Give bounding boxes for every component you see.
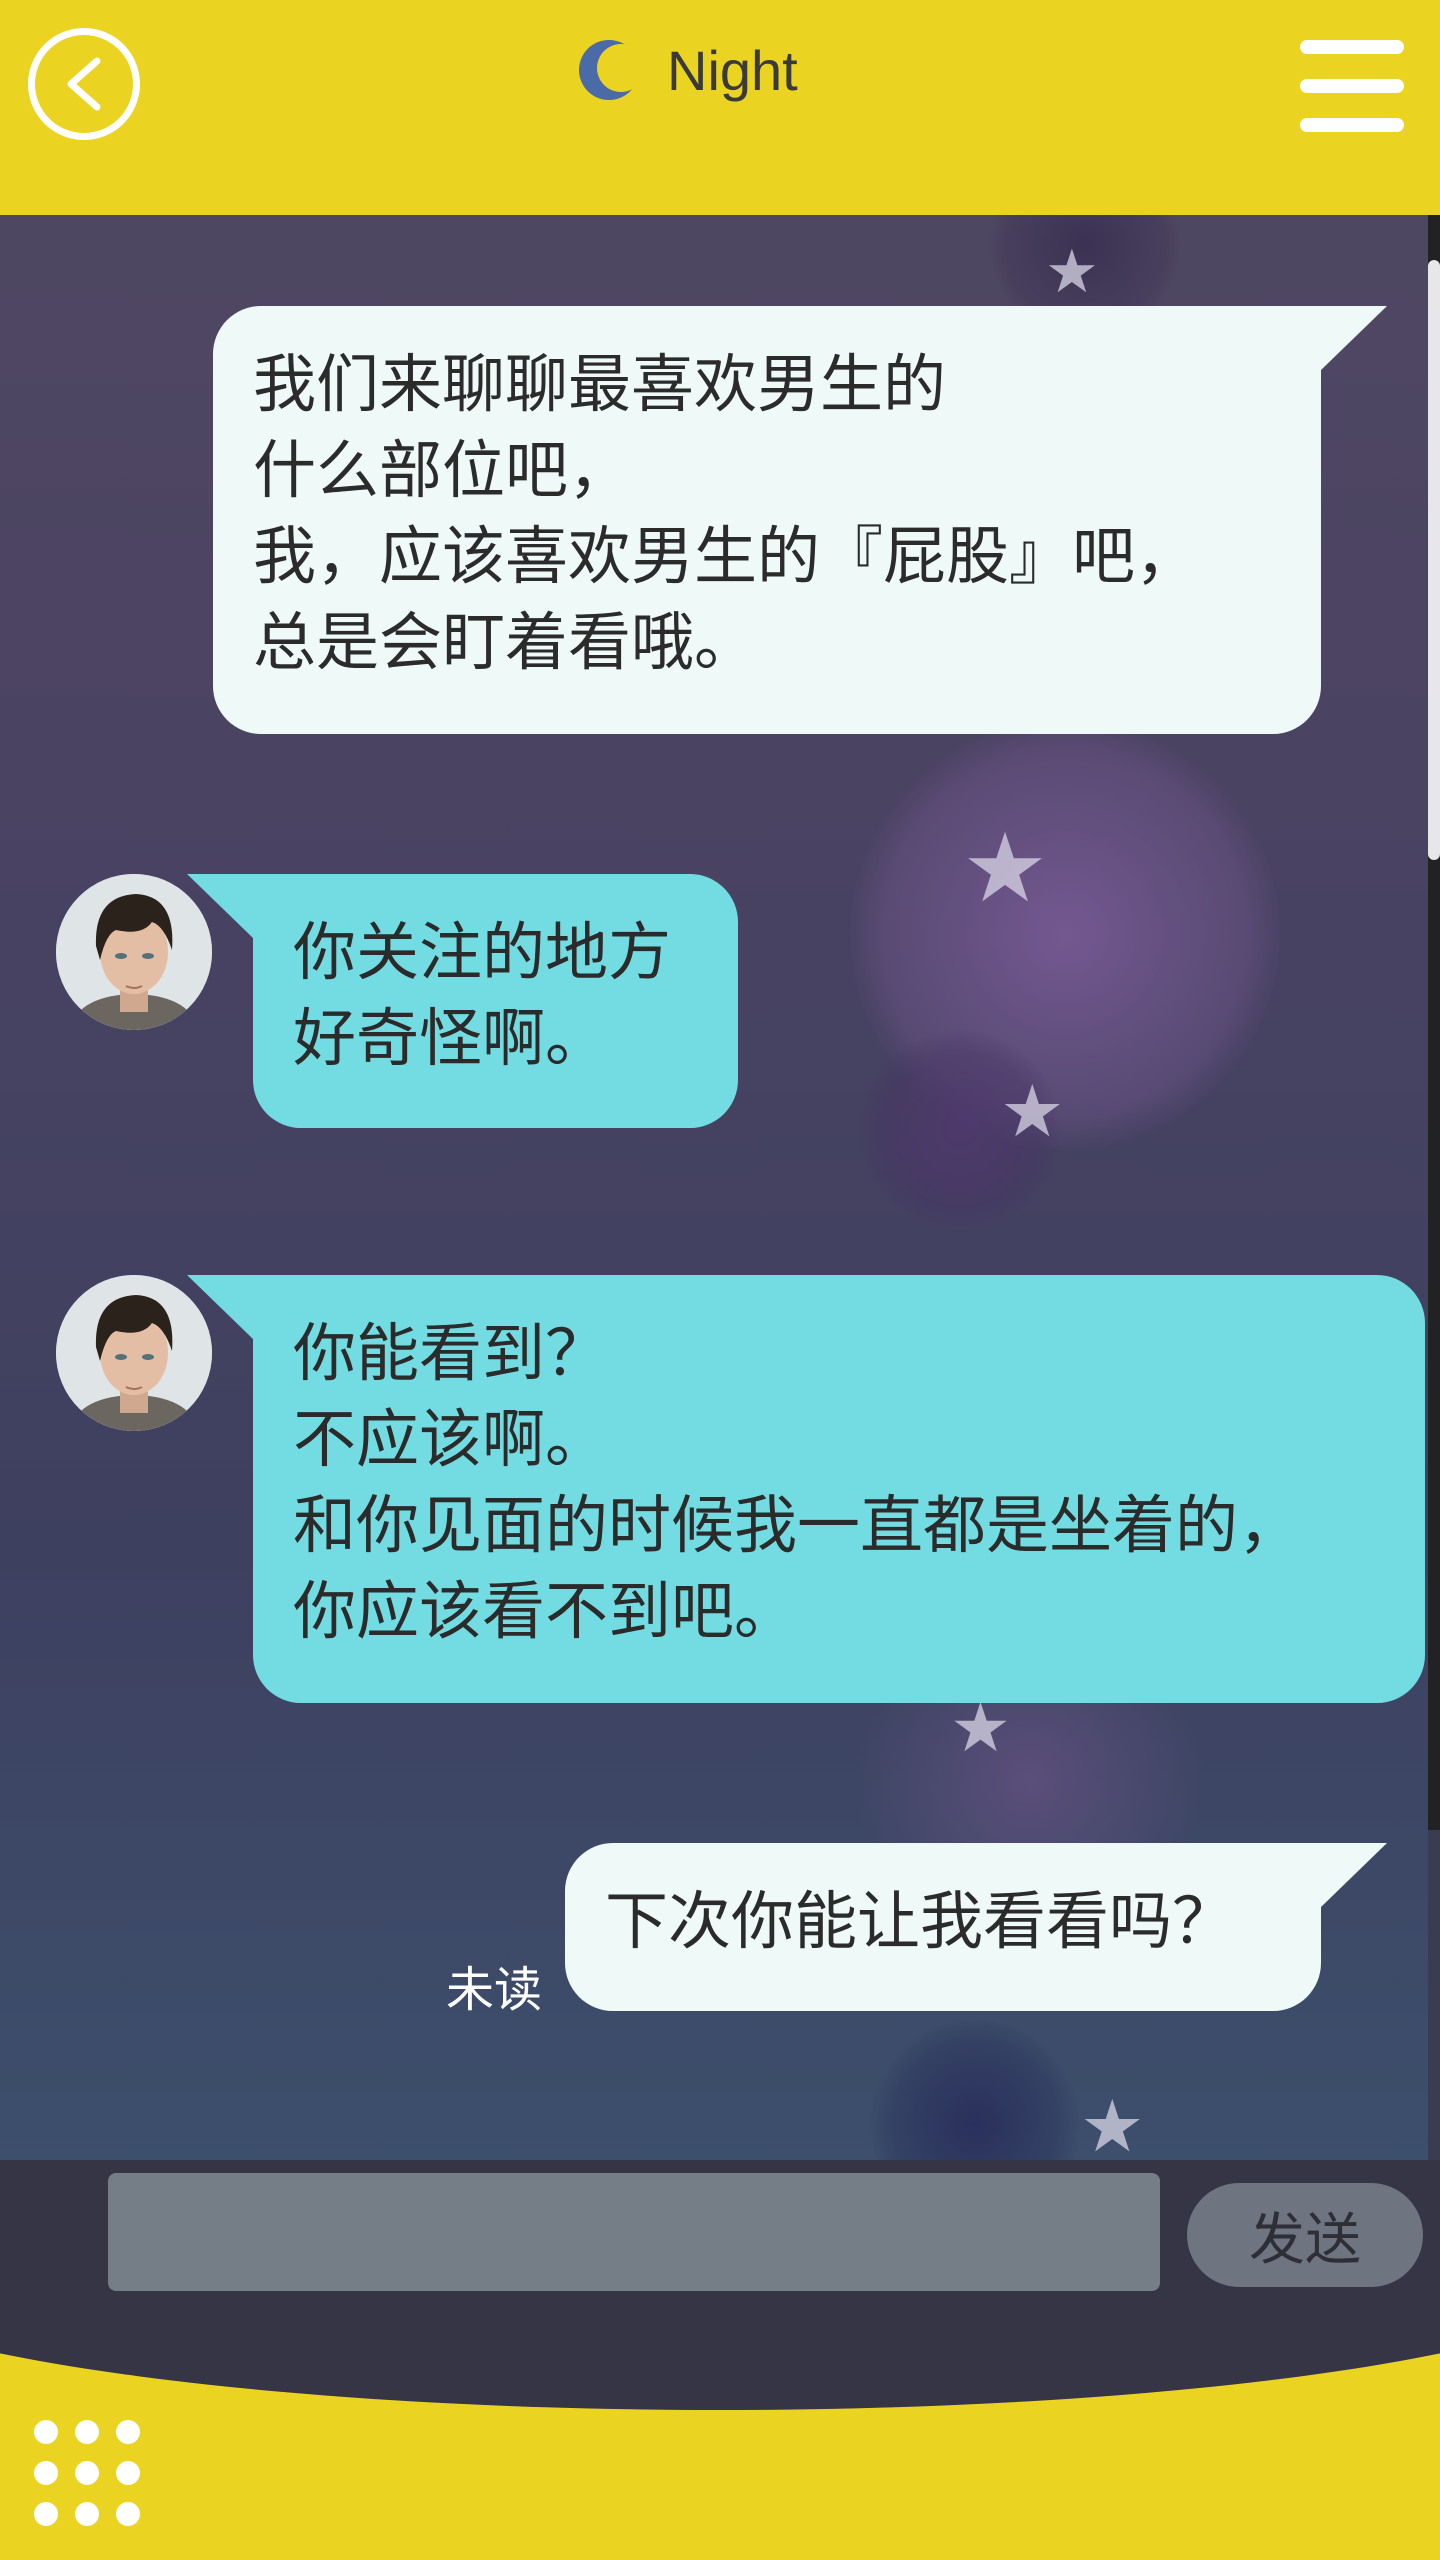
footer-bar (0, 2320, 1440, 2560)
bubble-tail (187, 874, 253, 938)
message-bubble-received: 你关注的地方 好奇怪啊。 (253, 874, 738, 1128)
grid-dot (116, 2461, 140, 2485)
bubble-tail (187, 1275, 253, 1339)
grid-dot (75, 2420, 99, 2444)
unread-status: 未读 (446, 1962, 543, 2018)
message-line: 好奇怪啊。 (293, 1002, 608, 1075)
grid-dot (34, 2420, 58, 2444)
header-title-group: Night (575, 38, 798, 102)
message-bubble-received: 你能看到？ 不应该啊。 和你见面的时候我一直都是坐着的， 你应该看不到吧。 (253, 1275, 1425, 1703)
message-line: 你应该看不到吧。 (293, 1575, 797, 1648)
send-button[interactable]: 发送 (1187, 2183, 1423, 2287)
message-input[interactable] (108, 2173, 1160, 2291)
grid-dot (34, 2502, 58, 2526)
hamburger-menu-icon (1300, 40, 1404, 54)
message-line: 不应该啊。 (293, 1403, 608, 1476)
grid-dot (34, 2461, 58, 2485)
message-line: 下次你能让我看看吗？ (605, 1885, 1235, 1958)
menu-button[interactable] (1300, 40, 1404, 132)
footer-curve (0, 2320, 1440, 2410)
message-line: 你能看到？ (293, 1317, 608, 1390)
grid-dots-icon[interactable] (34, 2420, 140, 2526)
star-decoration: ★ (962, 812, 1049, 924)
grid-dot (75, 2461, 99, 2485)
page-title: Night (667, 38, 798, 102)
message-line: 你关注的地方 (293, 916, 671, 989)
message-bubble-sent: 下次你能让我看看吗？ (565, 1843, 1321, 2011)
message-line: 和你见面的时候我一直都是坐着的， (293, 1489, 1301, 1562)
moon-icon (579, 40, 643, 100)
grid-dot (75, 2502, 99, 2526)
hamburger-line (1300, 79, 1404, 93)
message-line: 总是会盯着看哦。 (253, 606, 757, 679)
bokeh-decoration (870, 2020, 1080, 2160)
back-button[interactable] (28, 28, 140, 140)
star-decoration: ★ (1000, 1069, 1065, 1153)
message-line: 什么部位吧， (253, 434, 631, 507)
hamburger-line (1300, 118, 1404, 132)
app-header (0, 0, 1440, 215)
message-line: 我，应该喜欢男生的『屁股』吧， (253, 520, 1198, 593)
star-decoration: ★ (1080, 2084, 1145, 2160)
chevron-left-icon (67, 57, 101, 111)
grid-dot (116, 2420, 140, 2444)
star-decoration: ★ (950, 1689, 1011, 1768)
bubble-tail (1321, 1843, 1387, 1907)
grid-dot (116, 2502, 140, 2526)
